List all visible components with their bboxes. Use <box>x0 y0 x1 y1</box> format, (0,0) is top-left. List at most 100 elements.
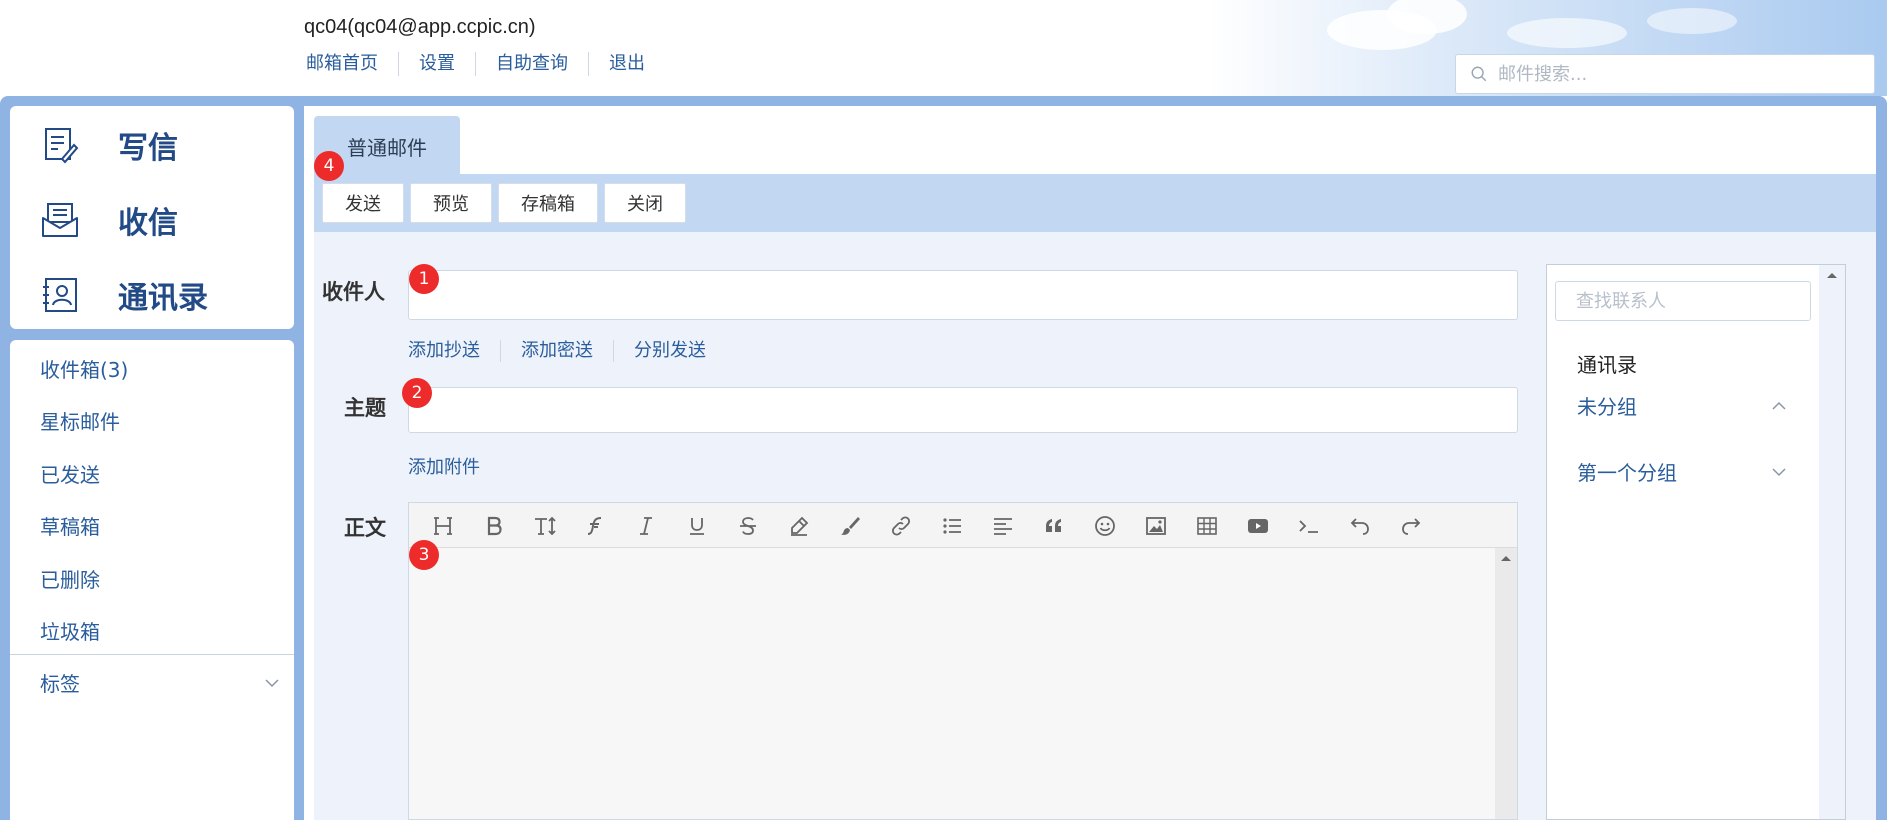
align-button[interactable] <box>987 511 1019 541</box>
close-button[interactable]: 关闭 <box>604 183 686 223</box>
nav-mail-home[interactable]: 邮箱首页 <box>306 52 398 76</box>
folder-drafts[interactable]: 草稿箱 <box>40 511 100 540</box>
italic-icon <box>640 517 652 535</box>
align-icon <box>994 518 1012 535</box>
add-cc-link[interactable]: 添加抄送 <box>408 340 500 362</box>
sidebar-actions: 写信 收信 通讯录 <box>10 106 294 329</box>
folder-starred[interactable]: 星标邮件 <box>40 406 120 435</box>
emoji-button[interactable] <box>1089 511 1121 541</box>
group-ungrouped[interactable]: 未分组 <box>1577 391 1787 420</box>
save-draft-button[interactable]: 存稿箱 <box>498 183 598 223</box>
bold-button[interactable] <box>478 511 510 541</box>
underline-button[interactable] <box>681 511 713 541</box>
recipient-options: 添加抄送 添加密送 分别发送 <box>408 340 726 362</box>
body-textarea[interactable] <box>409 548 1517 819</box>
underline-icon <box>690 518 704 535</box>
video-icon <box>1248 519 1268 533</box>
folder-sent[interactable]: 已发送 <box>40 459 100 488</box>
undo-icon <box>1350 518 1369 535</box>
nav-logout[interactable]: 退出 <box>588 52 665 76</box>
send-separately-link[interactable]: 分别发送 <box>613 340 726 362</box>
top-nav: 邮箱首页 设置 自助查询 退出 <box>306 52 665 76</box>
editor-toolbar <box>409 503 1517 548</box>
account-name: qc04(qc04@app.ccpic.cn) <box>304 16 536 38</box>
editor-scrollbar[interactable] <box>1495 548 1517 819</box>
add-attachment-link[interactable]: 添加附件 <box>408 457 500 479</box>
mail-search-input[interactable] <box>1498 63 1858 85</box>
tags-toggle[interactable]: 标签 <box>40 668 280 697</box>
recipient-field[interactable] <box>408 270 1518 320</box>
contacts-button[interactable]: 通讯录 <box>40 270 208 320</box>
group-first[interactable]: 第一个分组 <box>1577 457 1787 486</box>
search-icon <box>1471 66 1487 82</box>
recipient-input[interactable] <box>409 271 1517 319</box>
chevron-down-icon <box>1772 467 1786 476</box>
video-button[interactable] <box>1242 511 1274 541</box>
contact-list: 通讯录 未分组 第一个分组 <box>1547 337 1819 819</box>
bullet-list-icon <box>943 518 961 534</box>
image-button[interactable] <box>1140 511 1172 541</box>
table-icon <box>1197 517 1217 535</box>
bullet-list-button[interactable] <box>936 511 968 541</box>
contacts-title: 通讯录 <box>1577 353 1637 377</box>
annotation-badge-1: 1 <box>409 264 439 294</box>
receive-label: 收信 <box>118 206 178 241</box>
group-name: 未分组 <box>1577 395 1637 419</box>
subject-field[interactable] <box>408 387 1518 433</box>
undo-button[interactable] <box>1344 511 1376 541</box>
table-button[interactable] <box>1191 511 1223 541</box>
receive-button[interactable]: 收信 <box>40 195 178 245</box>
body-label: 正文 <box>344 516 386 540</box>
compose-toolbar: 发送 预览 存稿箱 关闭 <box>314 174 1876 232</box>
font-family-icon <box>587 517 602 535</box>
add-bcc-link[interactable]: 添加密送 <box>500 340 613 362</box>
font-size-button[interactable] <box>529 511 561 541</box>
inbox-tray-icon <box>42 203 78 237</box>
font-size-icon <box>535 516 556 536</box>
contact-search[interactable] <box>1555 281 1811 321</box>
preview-button[interactable]: 预览 <box>410 183 492 223</box>
quote-button[interactable] <box>1038 511 1070 541</box>
strikethrough-icon <box>740 517 756 535</box>
scroll-up-icon <box>1501 556 1511 561</box>
compose-icon <box>45 128 79 164</box>
contact-search-input[interactable] <box>1556 282 1810 320</box>
heading-button[interactable] <box>427 511 459 541</box>
contacts-panel: 通讯录 未分组 第一个分组 <box>1546 264 1846 820</box>
contacts-icon <box>43 278 77 312</box>
font-family-button[interactable] <box>579 511 611 541</box>
folder-spam[interactable]: 垃圾箱 <box>40 616 100 645</box>
color-brush-button[interactable] <box>834 511 866 541</box>
annotation-badge-4: 4 <box>314 151 344 181</box>
contacts-scrollbar[interactable] <box>1819 265 1845 819</box>
nav-settings[interactable]: 设置 <box>398 52 475 76</box>
scroll-up-icon <box>1827 273 1837 278</box>
heading-icon <box>434 517 452 535</box>
body-editor <box>408 502 1518 820</box>
mail-search[interactable] <box>1455 54 1875 94</box>
folder-deleted[interactable]: 已删除 <box>40 564 100 593</box>
code-button[interactable] <box>1293 511 1325 541</box>
image-icon <box>1146 517 1166 535</box>
compose-button[interactable]: 写信 <box>40 120 178 170</box>
recipient-label: 收件人 <box>322 280 385 304</box>
strikethrough-button[interactable] <box>732 511 764 541</box>
attachment-options: 添加附件 <box>408 457 500 479</box>
link-button[interactable] <box>885 511 917 541</box>
annotation-badge-2: 2 <box>402 378 432 408</box>
subject-input[interactable] <box>409 388 1517 432</box>
italic-button[interactable] <box>630 511 662 541</box>
folder-inbox[interactable]: 收件箱(3) <box>40 354 128 383</box>
contacts-label: 通讯录 <box>118 281 208 316</box>
nav-self-service[interactable]: 自助查询 <box>475 52 588 76</box>
link-icon <box>891 516 911 536</box>
sidebar-divider <box>10 654 294 655</box>
redo-button[interactable] <box>1395 511 1427 541</box>
annotation-badge-3: 3 <box>409 540 439 570</box>
send-button[interactable]: 发送 <box>322 183 404 223</box>
emoji-icon <box>1095 516 1115 536</box>
chevron-down-icon <box>265 678 279 687</box>
header: qc04(qc04@app.ccpic.cn) 邮箱首页 设置 自助查询 退出 <box>0 0 1887 96</box>
subject-label: 主题 <box>344 396 386 420</box>
highlight-button[interactable] <box>783 511 815 541</box>
